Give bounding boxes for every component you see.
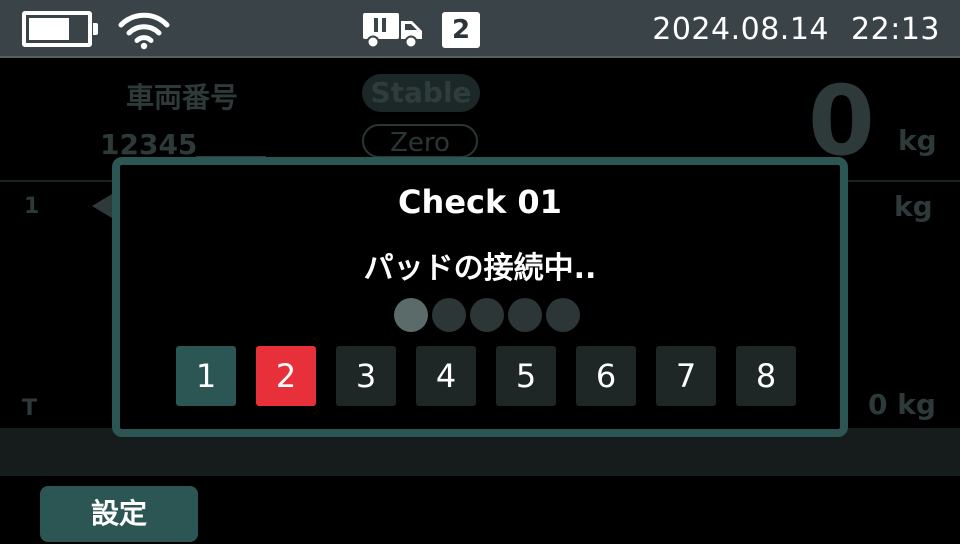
settings-button[interactable]: 設定 bbox=[40, 486, 198, 542]
pad-3-button[interactable]: 3 bbox=[336, 346, 396, 406]
progress-dot bbox=[508, 298, 542, 332]
pad-5-button[interactable]: 5 bbox=[496, 346, 556, 406]
row-unit: kg bbox=[894, 190, 933, 223]
dialog-title: Check 01 bbox=[398, 183, 562, 221]
vehicle-number-label: 車両番号 bbox=[126, 81, 239, 114]
progress-dot bbox=[546, 298, 580, 332]
pad-6-button[interactable]: 6 bbox=[576, 346, 636, 406]
zero-button[interactable]: Zero bbox=[362, 124, 478, 158]
progress-dot bbox=[432, 298, 466, 332]
progress-dot bbox=[394, 298, 428, 332]
battery-icon bbox=[22, 11, 98, 47]
pad-7-button[interactable]: 7 bbox=[656, 346, 716, 406]
stable-badge: Stable bbox=[362, 74, 480, 112]
dialog-message: パッドの接続中.. bbox=[363, 251, 597, 286]
truck-count-badge: 2 bbox=[442, 12, 480, 48]
tare-value: 0 kg bbox=[868, 388, 936, 421]
pad-1-button[interactable]: 1 bbox=[176, 346, 236, 406]
pad-check-dialog: Check 01 パッドの接続中.. 12345678 bbox=[112, 157, 848, 437]
date-text: 2024.08.14 bbox=[652, 12, 830, 47]
datetime: 2024.08.14 22:13 bbox=[652, 10, 940, 50]
progress-dot bbox=[470, 298, 504, 332]
pad-2-button[interactable]: 2 bbox=[256, 346, 316, 406]
screen: 2 2024.08.14 22:13 車両番号 Stable Zero 12345… bbox=[0, 0, 960, 544]
battery-level bbox=[29, 18, 70, 40]
progress-dots bbox=[394, 298, 580, 332]
tare-label: T bbox=[22, 396, 38, 421]
triangle-left-icon bbox=[92, 194, 112, 218]
pad-8-button[interactable]: 8 bbox=[736, 346, 796, 406]
wifi-icon bbox=[118, 12, 170, 50]
row-index: 1 bbox=[24, 194, 40, 219]
weight-unit: kg bbox=[898, 124, 937, 157]
pad-4-button[interactable]: 4 bbox=[416, 346, 476, 406]
time-text: 22:13 bbox=[851, 12, 940, 47]
status-bar: 2 2024.08.14 22:13 bbox=[0, 0, 960, 58]
pad-list: 12345678 bbox=[176, 346, 796, 406]
truck-icon bbox=[363, 13, 422, 49]
